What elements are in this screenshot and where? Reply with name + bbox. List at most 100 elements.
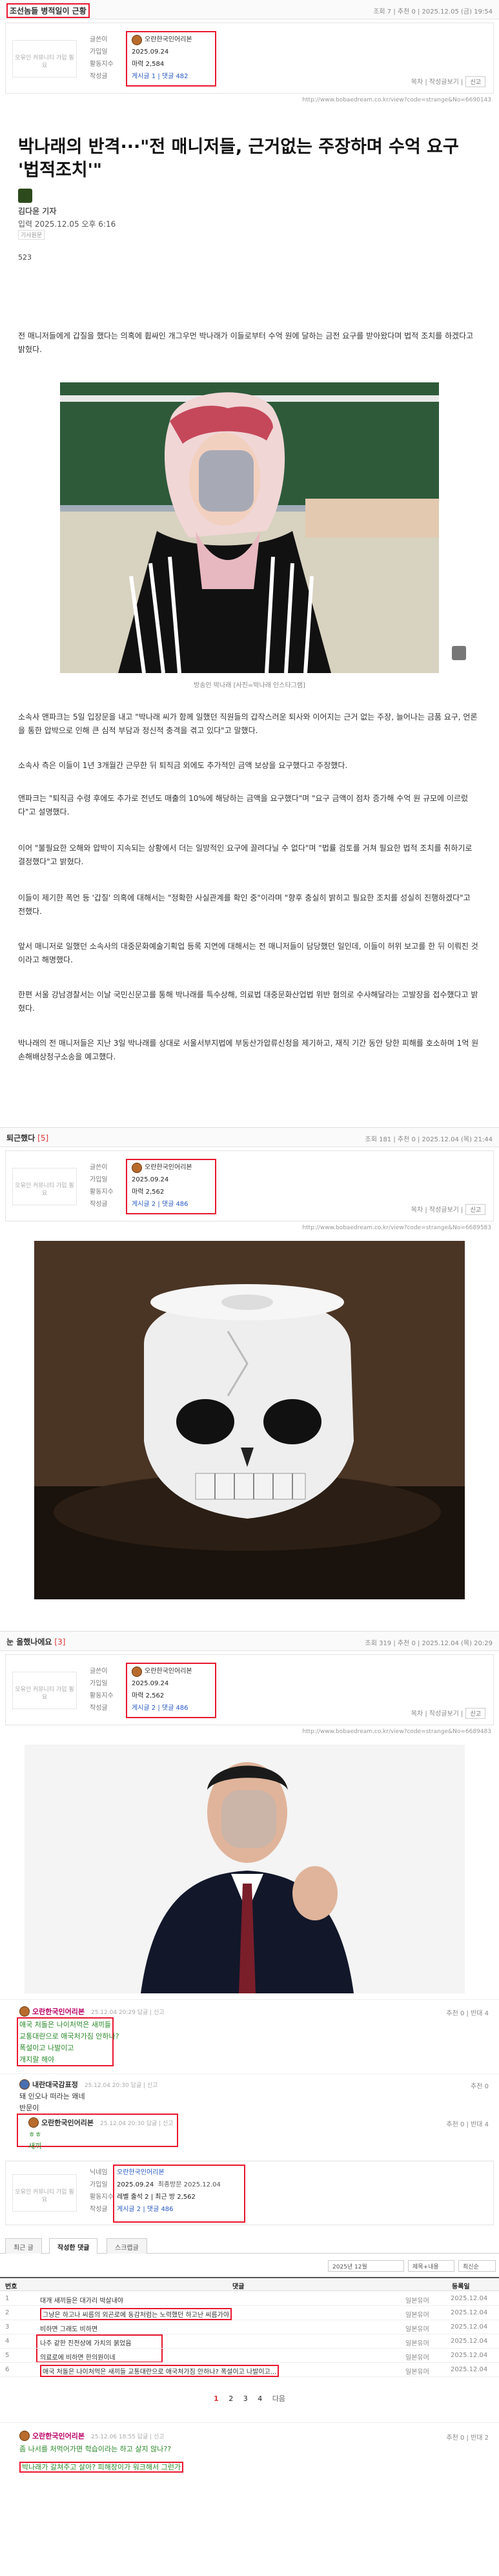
tab-recent-posts[interactable]: 최근 글 xyxy=(5,2238,42,2254)
comment-votes[interactable]: 추천 0 | 반대 4 xyxy=(446,2119,489,2128)
man-photo xyxy=(25,1745,465,1993)
post-title[interactable]: 눈 올했나에요 [3] xyxy=(6,1636,65,1647)
comment-text: 애국 처돌은 나이처먹은 새끼들 교통대란으로 애국처가짐 안하나? 폭설이고 나발… xyxy=(19,2020,119,2064)
site-logo: 오유인 커뮤니티 가입 필요 xyxy=(12,40,77,78)
site-logo: 오유인 커뮤니티 가입 필요 xyxy=(12,2174,77,2212)
post-title[interactable]: 퇴근했다 [5] xyxy=(6,1132,48,1143)
profile-post-counts[interactable]: 게시글 2 | 댓글 486 xyxy=(117,2203,221,2216)
activity: 마력 2,562 xyxy=(132,1189,165,1196)
comment-author[interactable]: 내란대국감표정 25.12.04 20:30 답글 | 신고 xyxy=(19,2079,158,2090)
post-url[interactable]: http://www.bobaedream.co.kr/view?code=st… xyxy=(302,1729,491,1735)
table-row[interactable]: 5 의료로에 비하면 한의원이네 일본유머 2025.12.04 xyxy=(0,2349,499,2363)
table-row[interactable]: 2 그냥은 하고나 씨름의 외곤로에 동감처럼는 노력했던 하고난 씨름가야 일본유… xyxy=(0,2307,499,2320)
post-meta: 조회 319 | 추천 0 | 2025.12.04 (목) 20:29 xyxy=(365,1640,493,1647)
author-box: 오유인 커뮤니티 가입 필요 글쓴이 가입일 활동지수 작성글 오란한국인어리본 20… xyxy=(5,1150,494,1221)
report-button[interactable]: 신고 xyxy=(465,1204,485,1215)
page-next[interactable]: 다음 xyxy=(272,2393,285,2404)
comment-author[interactable]: 오란한국인어리본 25.12.04 20:29 답글 | 신고 xyxy=(19,2006,165,2017)
report-button[interactable]: 신고 xyxy=(465,76,485,87)
article-stats: 523 xyxy=(18,253,32,262)
post-tools: 목차 | 작성글보기 | 신고 xyxy=(411,76,485,87)
comment-1: 오란한국인어리본 25.12.04 20:29 답글 | 신고 애국 처돌은 나이… xyxy=(0,1999,499,2066)
post-title[interactable]: 조선놈들 병적일이 근황 xyxy=(6,3,90,18)
post-url[interactable]: http://www.bobaedream.co.kr/view?code=st… xyxy=(302,97,491,103)
tab-scrap[interactable]: 스크랩글 xyxy=(107,2238,147,2254)
post-meta: 조회 7 | 추천 0 | 2025.12.05 (금) 19:54 xyxy=(373,8,493,16)
comment-votes[interactable]: 추천 0 | 반대 4 xyxy=(446,2008,489,2017)
photo-illustration xyxy=(60,382,439,673)
page-2[interactable]: 2 xyxy=(229,2394,233,2403)
blur-mask xyxy=(221,1790,276,1848)
post-1: 조선놈들 병적일이 근황 조회 7 | 추천 0 | 2025.12.05 (금… xyxy=(0,0,499,1101)
page-4[interactable]: 4 xyxy=(258,2394,262,2403)
comment-last: 오란한국인어리본 25.12.06 18:55 답글 | 신고 좀 나서를 처먹어… xyxy=(0,2422,499,2487)
avatar xyxy=(28,2117,39,2128)
author-nickname[interactable]: 오란한국인어리본 xyxy=(132,1161,192,1174)
report-button[interactable]: 신고 xyxy=(465,1708,485,1719)
avatar xyxy=(132,34,142,45)
year-select[interactable]: 2025년 12월 xyxy=(328,2260,404,2272)
profile-tabs: 최근 글 작성한 댓글 스크랩글 xyxy=(0,2238,499,2254)
page-1[interactable]: 1 xyxy=(214,2394,219,2403)
author-nickname[interactable]: 오란한국인어리본 xyxy=(132,1665,192,1678)
post-counts[interactable]: 게시글 1 | 댓글 482 xyxy=(132,70,192,83)
reporter-name: 김다윤 기자 xyxy=(18,207,57,216)
comment-author[interactable]: 오란한국인어리본 25.12.06 18:55 답글 | 신고 xyxy=(19,2431,165,2441)
scroll-top-button[interactable] xyxy=(452,646,466,660)
table-row[interactable]: 4 나주 같한 진전상에 가치의 붉었음 일본유머 2025.12.04 xyxy=(0,2335,499,2349)
profile-nickname[interactable]: 오란한국인어리본 xyxy=(117,2166,221,2179)
avatar xyxy=(132,1162,142,1173)
join-date: 2025.09.24 xyxy=(132,1680,169,1687)
reporter-photo xyxy=(18,189,32,203)
comment-2: 내란대국감표정 25.12.04 20:30 답글 | 신고 돼 인오나 떠라는 … xyxy=(0,2073,499,2112)
author-labels: 글쓴이 가입일 활동지수 작성글 xyxy=(90,36,114,80)
comment-votes[interactable]: 추천 0 | 반대 2 xyxy=(446,2432,489,2442)
author-values: 오란한국인어리본 2025.09.24 마력 2,584 게시글 1 | 댓글 … xyxy=(132,34,192,83)
source-link[interactable]: 기사원문 xyxy=(18,230,45,240)
post-tools: 목차 | 작성글보기 | 신고 xyxy=(411,1204,485,1215)
avatar xyxy=(19,2006,30,2017)
tab-comments[interactable]: 작성한 댓글 xyxy=(49,2238,98,2254)
table-header: 번호 댓글 등록일 xyxy=(0,2277,499,2291)
avatar xyxy=(19,2431,30,2441)
skull-photo xyxy=(34,1241,465,1599)
post-3: 눈 올했나에요 [3] 조회 319 | 추천 0 | 2025.12.04 (목… xyxy=(0,1631,499,1993)
activity: 마력 2,562 xyxy=(132,1692,165,1699)
table-row[interactable]: 3 비하면 그래도 비하면 일본유머 2025.12.04 xyxy=(0,2321,499,2334)
photo-illustration xyxy=(25,1745,465,1993)
article-photo xyxy=(60,382,439,673)
post-tools: 목차 | 작성글보기 | 신고 xyxy=(411,1708,485,1719)
join-date: 2025.09.24 xyxy=(132,1176,169,1183)
article-title: 박나래의 반격···"전 매니저들, 근거없는 주장하며 수억 요구 '법적조치… xyxy=(18,137,459,180)
comment-text: 돼 인오나 떠라는 왜네 반문이 xyxy=(19,2092,85,2112)
site-logo: 오유인 커뮤니티 가입 필요 xyxy=(12,1168,77,1205)
post-header: 퇴근했다 [5] 조회 181 | 추천 0 | 2025.12.04 (목) 2… xyxy=(0,1128,499,1147)
author-labels: 글쓴이 가입일 활동지수 작성글 xyxy=(90,1668,114,1712)
post-2: 퇴근했다 [5] 조회 181 | 추천 0 | 2025.12.04 (목) 2… xyxy=(0,1127,499,1612)
search-type-select[interactable]: 제목+내용 xyxy=(408,2260,454,2272)
page-3[interactable]: 3 xyxy=(243,2394,248,2403)
post-url[interactable]: http://www.bobaedream.co.kr/view?code=st… xyxy=(302,1225,491,1231)
post-counts[interactable]: 게시글 2 | 댓글 486 xyxy=(132,1198,192,1210)
article-date: 입력 2025.12.05 오후 6:16 xyxy=(18,220,116,229)
join-date: 2025.09.24 xyxy=(132,48,169,56)
photo-caption: 방송인 박나래 [사진=박나래 인스타그램] xyxy=(194,682,305,689)
blur-mask xyxy=(199,450,254,512)
post-header: 눈 올했나에요 [3] 조회 319 | 추천 0 | 2025.12.04 (목… xyxy=(0,1632,499,1651)
table-row[interactable]: 6 애국 처돌은 나이처먹은 새끼들 교통대란으로 애국처가짐 안하나? 폭설이고… xyxy=(0,2363,499,2377)
activity: 마력 2,584 xyxy=(132,61,165,68)
comment-votes[interactable]: 추천 0 xyxy=(471,2081,489,2090)
comment-3: 오란한국인어리본 25.12.04 20:30 답글 | 신고 ㅎㅎ 새끼 추천 0… xyxy=(0,2112,499,2151)
author-nickname[interactable]: 오란한국인어리본 xyxy=(132,34,192,46)
profile-values: 오란한국인어리본 2025.09.24 최종방문 2025.12.04 레벨 출… xyxy=(117,2166,221,2216)
author-box: 오유인 커뮤니티 가입 필요 글쓴이 가입일 활동지수 작성글 오란한국인어리본 20… xyxy=(5,23,494,94)
author-labels: 글쓴이 가입일 활동지수 작성글 xyxy=(90,1164,114,1208)
site-logo: 오유인 커뮤니티 가입 필요 xyxy=(12,1672,77,1709)
table-row[interactable]: 1 대개 새끼들은 대가리 박살내야 일본유머 2025.12.04 xyxy=(0,2292,499,2306)
post-counts[interactable]: 게시글 2 | 댓글 486 xyxy=(132,1702,192,1714)
order-select[interactable]: 최신순 xyxy=(458,2260,496,2272)
author-values: 오란한국인어리본 2025.09.24 마력 2,562 게시글 2 | 댓글 … xyxy=(132,1665,192,1714)
avatar xyxy=(19,2079,30,2090)
comment-author[interactable]: 오란한국인어리본 25.12.04 20:30 답글 | 신고 xyxy=(28,2117,174,2128)
profile-box: 오유인 커뮤니티 가입 필요 닉네임 가입일 활동지수 작성글 오란한국인어리본 20… xyxy=(5,2161,494,2225)
